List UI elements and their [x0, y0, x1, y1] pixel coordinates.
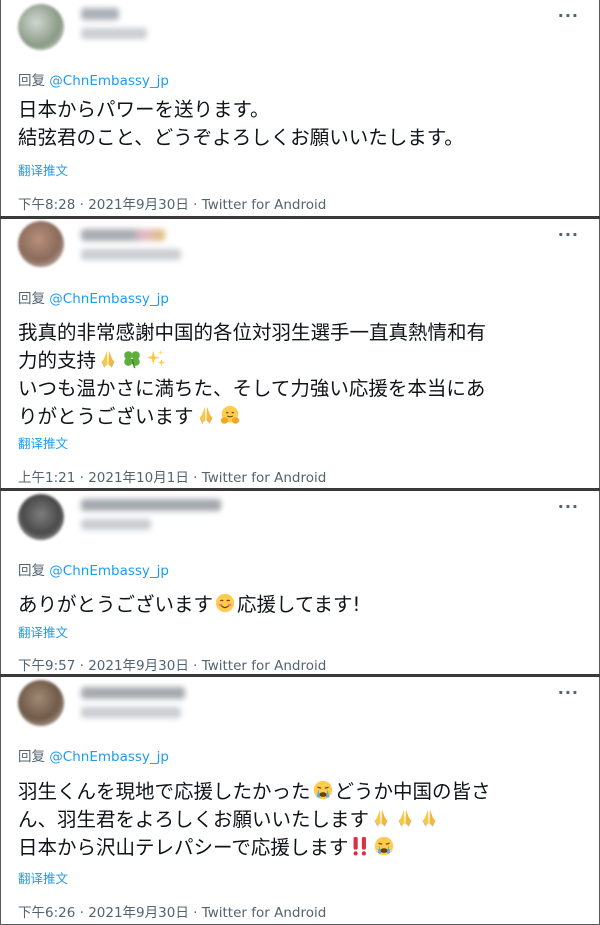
tweet-text-line: 結弦君のこと、どうぞよろしくお願いいたします。	[18, 126, 464, 149]
meta-separator: ·	[75, 905, 89, 921]
meta-separator: ·	[188, 197, 202, 213]
more-options-icon[interactable]: ···	[558, 225, 579, 244]
folded-hands-emoji	[394, 807, 416, 829]
translate-tweet-link[interactable]: 翻译推文	[18, 160, 68, 179]
username-redacted[interactable]	[81, 707, 181, 718]
username-redacted[interactable]	[81, 519, 151, 530]
meta-separator: ·	[188, 658, 202, 674]
mention-link[interactable]: @ChnEmbassy_jp	[49, 291, 169, 307]
more-options-icon[interactable]: ···	[558, 497, 579, 516]
tweet-text-line: ありがとうございます	[18, 593, 214, 616]
tweet-text-line: 我真的非常感謝中国的各位対羽生選手一直真熱情和有	[18, 321, 487, 344]
tweet-text-line: 羽生くんを現地で応援したかった	[18, 780, 311, 803]
folded-hands-emoji	[195, 404, 217, 426]
display-name-redacted[interactable]	[81, 229, 165, 241]
reply-label: 回复	[18, 291, 50, 307]
tweet-metadata: 下午8:28 · 2021年9月30日 · Twitter for Androi…	[18, 193, 326, 213]
folded-hands-emoji	[97, 348, 119, 370]
tweet-card[interactable]: ··· 回复 @ChnEmbassy_jp 羽生くんを現地で応援したかった どうか…	[0, 677, 600, 925]
avatar[interactable]	[18, 221, 64, 267]
tweet-source[interactable]: Twitter for Android	[202, 905, 327, 921]
tweet-metadata: 下午9:57 · 2021年9月30日 · Twitter for Androi…	[18, 654, 326, 674]
hugging-face-emoji	[219, 404, 241, 426]
mention-link[interactable]: @ChnEmbassy_jp	[49, 563, 169, 579]
tweet-source[interactable]: Twitter for Android	[202, 470, 327, 486]
meta-separator: ·	[75, 197, 89, 213]
meta-separator: ·	[188, 905, 202, 921]
mention-link[interactable]: @ChnEmbassy_jp	[49, 73, 169, 89]
tweet-metadata: 下午6:26 · 2021年9月30日 · Twitter for Androi…	[18, 901, 326, 921]
tweet-text: 我真的非常感謝中国的各位対羽生選手一直真熱情和有 力的支持 いつも温かさに満ちた…	[18, 319, 589, 431]
more-options-icon[interactable]: ···	[558, 6, 579, 25]
display-name-redacted[interactable]	[81, 499, 221, 511]
mention-link[interactable]: @ChnEmbassy_jp	[49, 749, 169, 765]
more-options-icon[interactable]: ···	[558, 683, 579, 702]
reply-label: 回复	[18, 563, 50, 579]
tweet-text-line: 日本からパワーを送ります。	[18, 98, 270, 121]
translate-tweet-link[interactable]: 翻译推文	[18, 433, 68, 452]
tweet-text-line: 応援してます!	[237, 593, 361, 616]
translate-tweet-link[interactable]: 翻译推文	[18, 622, 68, 641]
meta-separator: ·	[188, 470, 202, 486]
double-exclamation-emoji	[349, 835, 371, 857]
display-name-redacted[interactable]	[81, 687, 185, 699]
sparkles-emoji	[145, 348, 167, 370]
avatar[interactable]	[18, 4, 64, 50]
display-name-redacted[interactable]	[81, 8, 119, 20]
tweet-metadata: 上午1:21 · 2021年10月1日 · Twitter for Androi…	[18, 466, 326, 486]
tweet-source[interactable]: Twitter for Android	[202, 658, 327, 674]
meta-separator: ·	[75, 658, 89, 674]
tweet-text-line: 力的支持	[18, 349, 97, 372]
tweet-text-line: いつも温かさに満ちた、そして力強い応援を本当にあ	[18, 377, 486, 400]
avatar[interactable]	[18, 680, 64, 726]
translate-tweet-link[interactable]: 翻译推文	[18, 868, 68, 887]
four-leaf-clover-emoji	[121, 348, 143, 370]
tweet-time[interactable]: 下午8:28	[18, 197, 75, 213]
crying-face-emoji	[373, 835, 395, 857]
reply-context: 回复 @ChnEmbassy_jp	[18, 69, 169, 89]
tweet-card[interactable]: ··· 回复 @ChnEmbassy_jp 日本からパワーを送ります。 結弦君の…	[0, 0, 600, 216]
tweet-date[interactable]: 2021年9月30日	[88, 905, 189, 921]
reply-context: 回复 @ChnEmbassy_jp	[18, 559, 169, 579]
tweet-thread: ··· 回复 @ChnEmbassy_jp 日本からパワーを送ります。 結弦君の…	[0, 0, 600, 925]
folded-hands-emoji	[370, 807, 392, 829]
tweet-card[interactable]: ··· 回复 @ChnEmbassy_jp 我真的非常感謝中国的各位対羽生選手一…	[0, 219, 600, 488]
tweet-text: 日本からパワーを送ります。 結弦君のこと、どうぞよろしくお願いいたします。	[18, 96, 589, 152]
tweet-time[interactable]: 下午6:26	[18, 905, 75, 921]
tweet-text-line: 日本から沢山テレパシーで応援します	[18, 836, 349, 859]
avatar[interactable]	[18, 494, 64, 540]
tweet-text: 羽生くんを現地で応援したかった どうか中国の皆さ ん、羽生君をよろしくお願いいたし…	[18, 778, 589, 862]
meta-separator: ·	[75, 470, 89, 486]
reply-label: 回复	[18, 749, 50, 765]
tweet-text-line: りがとうございます	[18, 405, 194, 428]
tweet-date[interactable]: 2021年9月30日	[88, 197, 189, 213]
tweet-date[interactable]: 2021年9月30日	[88, 658, 189, 674]
username-redacted[interactable]	[81, 28, 147, 39]
tweet-card[interactable]: ··· 回复 @ChnEmbassy_jp ありがとうございます 応援してます! …	[0, 491, 600, 674]
tweet-text-line: ん、羽生君をよろしくお願いいたします	[18, 808, 370, 831]
reply-label: 回复	[18, 73, 50, 89]
username-redacted[interactable]	[81, 249, 181, 260]
tweet-text: ありがとうございます 応援してます!	[18, 591, 589, 619]
tweet-time[interactable]: 下午9:57	[18, 658, 75, 674]
smiling-face-emoji	[214, 592, 236, 614]
crying-face-emoji	[312, 779, 334, 801]
tweet-date[interactable]: 2021年10月1日	[88, 470, 189, 486]
tweet-source[interactable]: Twitter for Android	[202, 197, 327, 213]
tweet-text-line: どうか中国の皆さ	[334, 780, 491, 803]
folded-hands-emoji	[418, 807, 440, 829]
tweet-time[interactable]: 上午1:21	[18, 470, 75, 486]
reply-context: 回复 @ChnEmbassy_jp	[18, 745, 169, 765]
reply-context: 回复 @ChnEmbassy_jp	[18, 287, 169, 307]
